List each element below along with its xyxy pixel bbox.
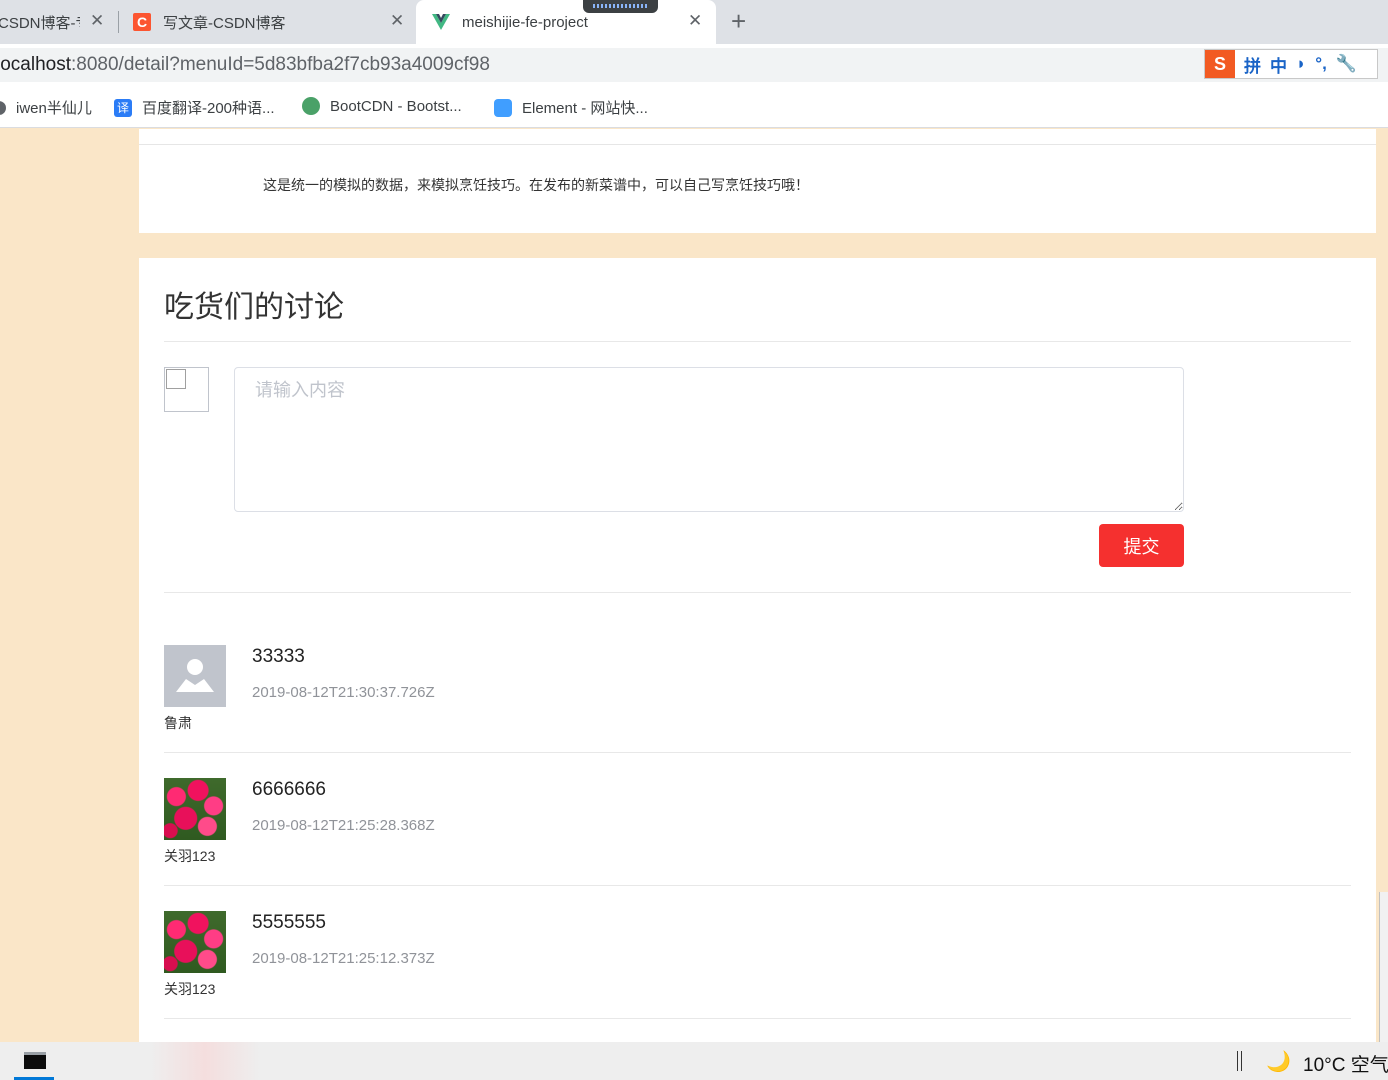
comment-time: 2019-08-12T21:25:12.373Z	[252, 950, 435, 967]
bookmark-bootcdn[interactable]: BootCDN - Bootst...	[302, 97, 462, 115]
translate-icon: 译	[114, 98, 132, 117]
divider	[164, 752, 1351, 753]
bookmark-label: 百度翻译-200种语...	[142, 100, 275, 117]
url-text: localhost:8080/detail?menuId=5d83bfba2f7…	[0, 54, 490, 76]
url-field[interactable]: localhost:8080/detail?menuId=5d83bfba2f7…	[0, 48, 1388, 82]
url-path: :8080/detail?menuId=5d83bfba2f7cb93a4009…	[71, 54, 490, 75]
comment-item: 关羽123 5555555 2019-08-12T21:25:12.373Z	[164, 911, 1351, 1044]
tab-meishijie[interactable]: meishijie-fe-project ✕	[416, 0, 716, 44]
comment-item: 鲁肃 33333 2019-08-12T21:30:37.726Z	[164, 645, 1351, 778]
bootcdn-icon	[302, 97, 320, 115]
default-avatar-icon	[164, 645, 226, 707]
divider	[164, 885, 1351, 886]
divider	[164, 592, 1351, 593]
pinyin-icon[interactable]: 拼	[1244, 52, 1261, 77]
audio-indicator	[583, 0, 658, 13]
globe-icon	[0, 100, 6, 115]
tab-csdn-blog[interactable]: CSDN博客-专 ✕	[0, 0, 116, 44]
tab-title: 写文章-CSDN博客	[163, 14, 286, 32]
comment-text: 5555555	[252, 912, 326, 933]
discussion-panel: 吃货们的讨论 提交 鲁肃 33333 2019-08-12T21:30:37.7…	[139, 258, 1376, 1058]
comment-text: 33333	[252, 646, 305, 667]
comment-time: 2019-08-12T21:30:37.726Z	[252, 684, 435, 701]
divider	[164, 1018, 1351, 1019]
comment-author: 关羽123	[164, 981, 216, 997]
bookmark-label: Element - 网站快...	[522, 100, 648, 117]
rose-avatar	[164, 911, 226, 973]
rose-avatar	[164, 778, 226, 840]
discussion-title: 吃货们的讨论	[164, 291, 344, 324]
taskbar: 🌙 10°C 空气	[0, 1042, 1388, 1080]
tray-separator	[1237, 1051, 1242, 1071]
current-user-avatar	[164, 367, 209, 412]
address-bar: localhost:8080/detail?menuId=5d83bfba2f7…	[0, 44, 1388, 86]
submit-button[interactable]: 提交	[1099, 524, 1184, 567]
comment-item: 关羽123 6666666 2019-08-12T21:25:28.368Z	[164, 778, 1351, 911]
vue-icon	[432, 14, 450, 30]
divider	[139, 144, 1376, 145]
comment-input[interactable]	[234, 367, 1184, 512]
close-icon[interactable]: ✕	[688, 11, 702, 31]
tab-separator	[118, 11, 119, 33]
bookmark-element[interactable]: Element - 网站快...	[494, 97, 648, 118]
bookmarks-bar: iwen半仙儿 译 百度翻译-200种语... BootCDN - Bootst…	[0, 86, 1388, 128]
scrollbar[interactable]	[1379, 892, 1388, 1042]
divider	[164, 341, 1351, 342]
punctuation-icon[interactable]: °,	[1315, 54, 1327, 74]
comment-time: 2019-08-12T21:25:28.368Z	[252, 817, 435, 834]
url-host: localhost	[0, 54, 71, 75]
comment-author: 关羽123	[164, 848, 216, 864]
tab-csdn-write[interactable]: C 写文章-CSDN博客 ✕	[124, 0, 414, 44]
cooking-tip-panel: 这是统一的模拟的数据，来模拟烹饪技巧。在发布的新菜谱中，可以自己写烹饪技巧哦！	[139, 129, 1376, 233]
terminal-icon[interactable]	[24, 1052, 46, 1069]
bookmark-label: BootCDN - Bootst...	[330, 97, 462, 115]
comment-author: 鲁肃	[164, 715, 192, 731]
close-icon[interactable]: ✕	[390, 11, 404, 31]
person-icon	[176, 659, 214, 692]
moon-icon[interactable]: ◗	[1296, 54, 1306, 74]
cooking-tip-text: 这是统一的模拟的数据，来模拟烹饪技巧。在发布的新菜谱中，可以自己写烹饪技巧哦！	[263, 177, 809, 193]
new-tab-button[interactable]: +	[731, 6, 746, 37]
bookmark-iwen[interactable]: iwen半仙儿	[0, 97, 92, 118]
element-icon	[494, 98, 512, 117]
csdn-icon: C	[133, 13, 151, 31]
weather-text[interactable]: 10°C 空气	[1303, 1050, 1388, 1077]
tab-title: CSDN博客-专	[0, 14, 80, 32]
bookmark-label: iwen半仙儿	[16, 100, 92, 117]
close-icon[interactable]: ✕	[90, 11, 104, 31]
sogou-icon[interactable]: S	[1205, 50, 1235, 78]
chinese-mode-icon[interactable]: 中	[1270, 52, 1287, 77]
tab-strip: CSDN博客-专 ✕ C 写文章-CSDN博客 ✕ meishijie-fe-p…	[0, 0, 1388, 44]
bookmark-baidu-translate[interactable]: 译 百度翻译-200种语...	[114, 97, 275, 118]
moon-icon[interactable]: 🌙	[1266, 1049, 1291, 1074]
comment-text: 6666666	[252, 779, 326, 800]
tab-title: meishijie-fe-project	[462, 13, 588, 31]
wrench-icon[interactable]: 🔧	[1336, 54, 1357, 74]
ime-toolbar[interactable]: S 拼 中 ◗ °, 🔧	[1204, 49, 1378, 79]
